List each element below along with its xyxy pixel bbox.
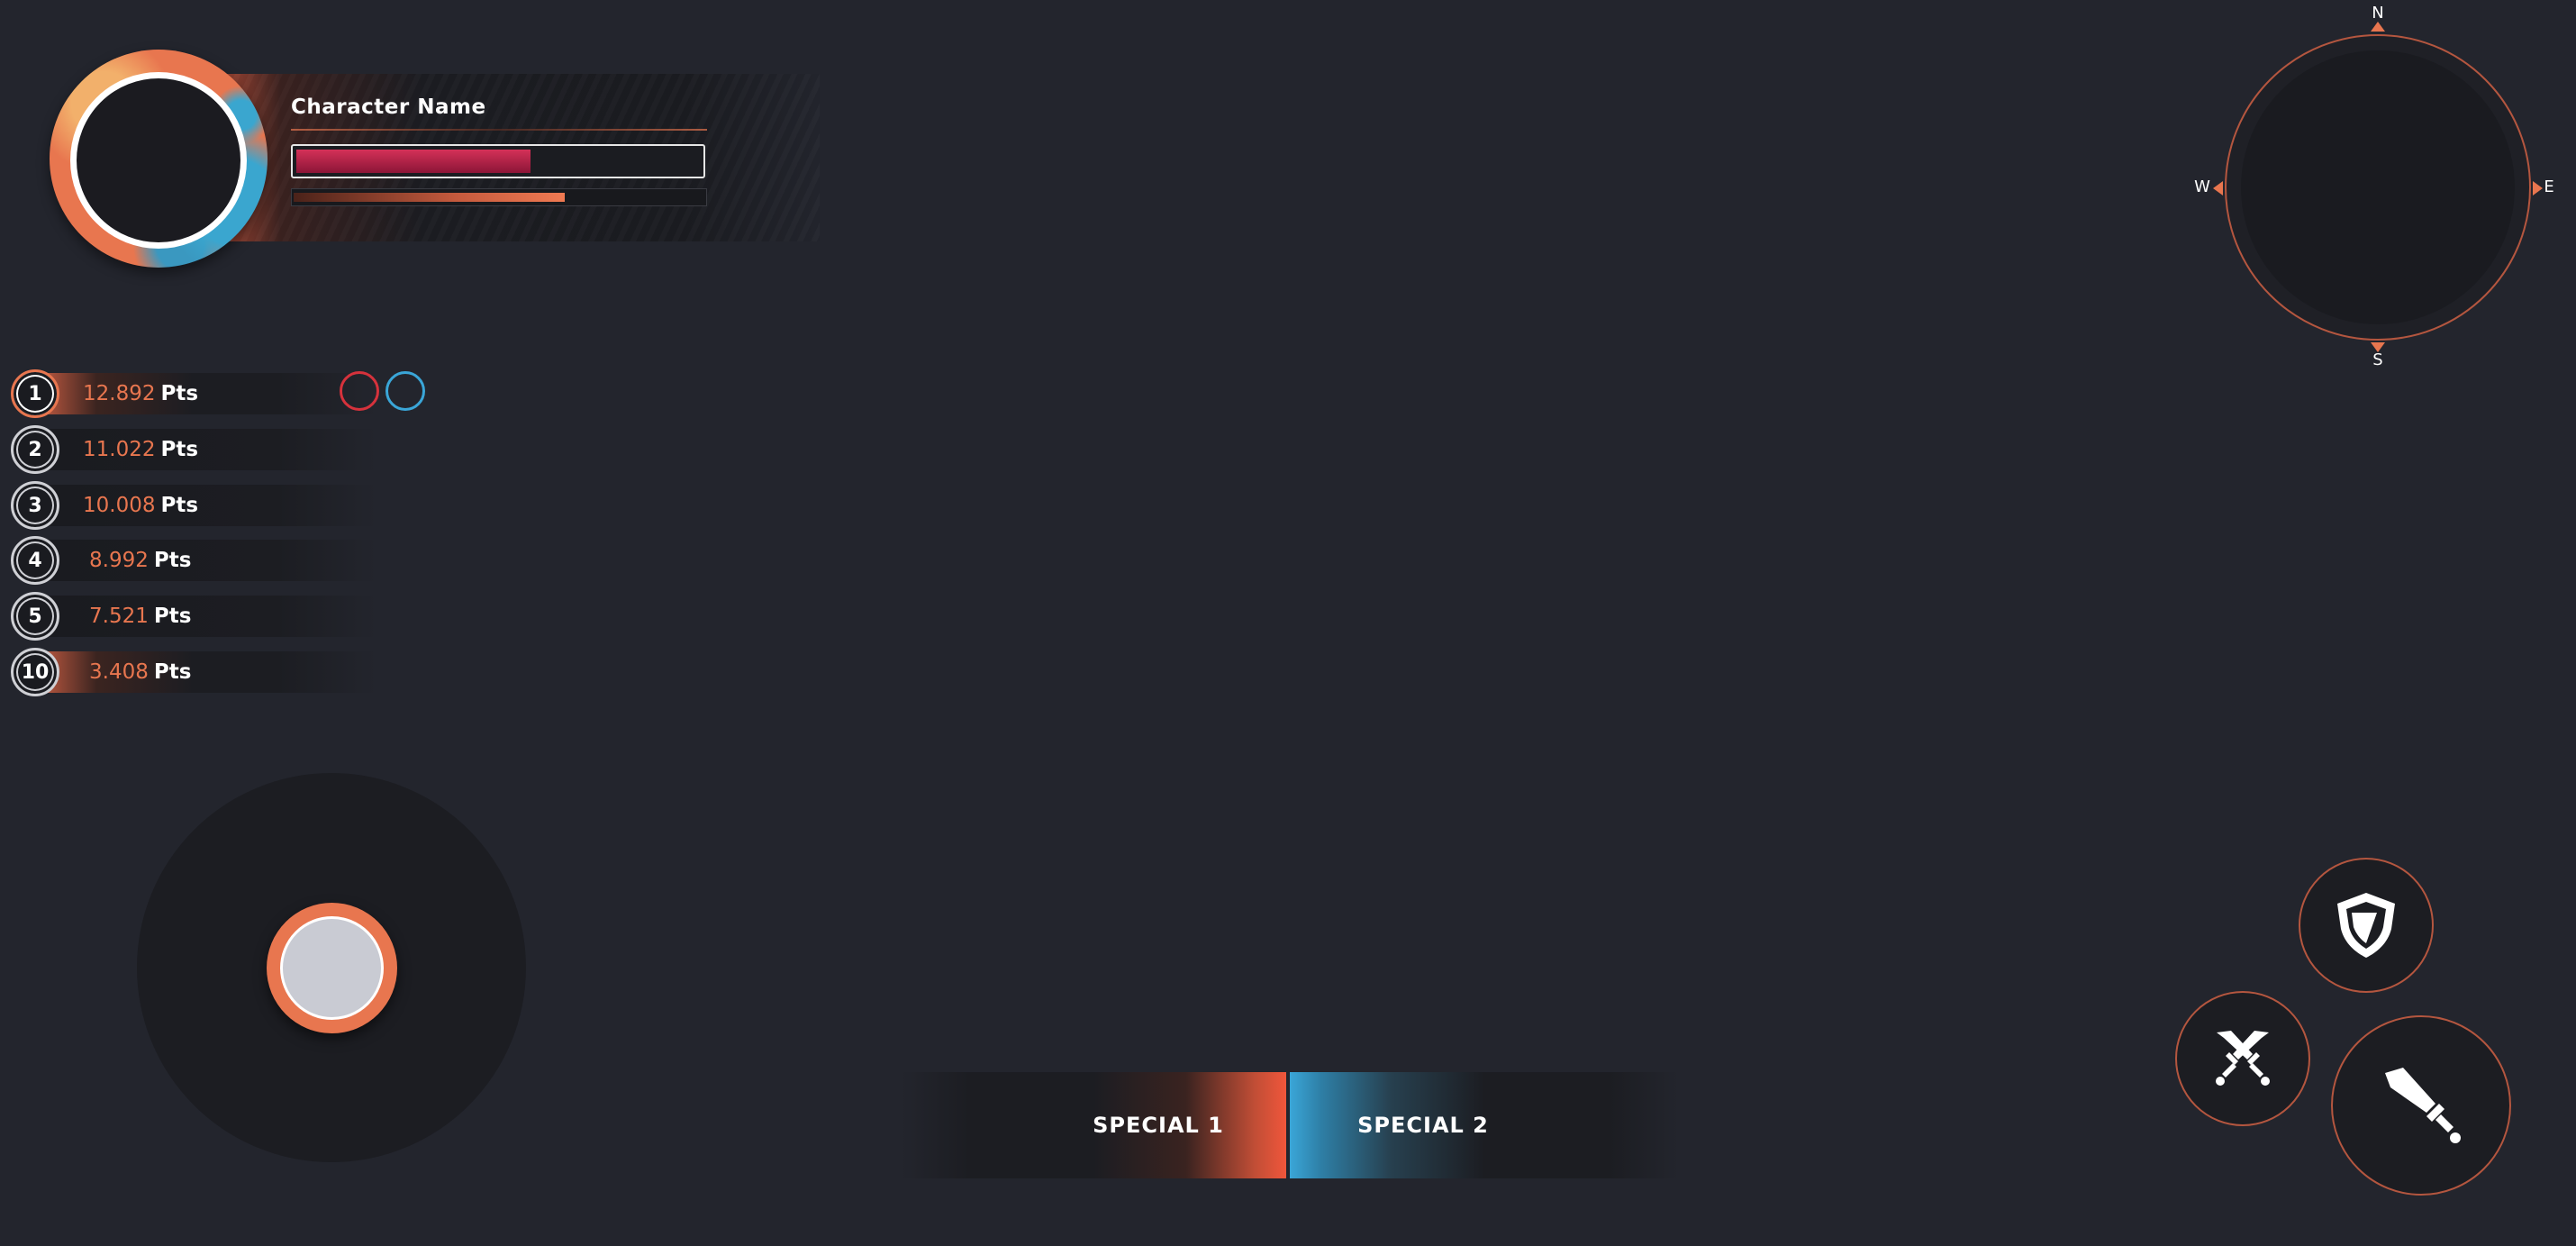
special-1-label: SPECIAL 1 [1093,1113,1224,1138]
score-text: 8.992 Pts [89,536,191,585]
leaderboard-row: 5 7.521 Pts [7,592,458,641]
crossed-swords-icon [2216,1031,2270,1086]
sword-attack-button[interactable] [2331,1015,2511,1196]
health-bar-fill [296,150,531,173]
compass-east-marker [2533,181,2543,196]
score-value: 7.521 [89,605,149,628]
avatar[interactable] [70,72,247,249]
rank-badge: 4 [11,536,59,585]
score-text: 7.521 Pts [89,592,191,641]
score-unit: Pts [153,549,192,572]
compass-west-marker [2213,181,2223,196]
score-unit: Pts [160,382,199,405]
special-2-button[interactable]: SPECIAL 2 [1290,1072,1679,1178]
rank-badge: 2 [11,425,59,474]
compass-north-label: N [2372,4,2384,23]
compass-north-marker [2371,22,2385,32]
shield-button[interactable] [2299,858,2434,993]
score-text: 11.022 Pts [83,425,198,474]
score-unit: Pts [160,438,199,461]
leaderboard-row: 4 8.992 Pts [7,536,458,585]
rank-badge: 1 [11,369,59,418]
score-unit: Pts [153,660,192,684]
leaderboard-row: 10 3.408 Pts [7,648,458,696]
score-text: 12.892 Pts [83,369,198,418]
score-value: 10.008 [83,494,156,517]
energy-bar [291,188,707,206]
character-name: Character Name [291,95,486,119]
rank-badge: 10 [11,648,59,696]
score-unit: Pts [160,494,199,517]
score-text: 3.408 Pts [89,648,191,696]
score-unit: Pts [153,605,192,628]
rank-badge: 5 [11,592,59,641]
team-red-indicator[interactable] [340,371,379,411]
team-blue-indicator[interactable] [385,371,425,411]
health-bar [291,144,705,178]
score-value: 12.892 [83,382,156,405]
special-1-button[interactable]: SPECIAL 1 [901,1072,1286,1178]
joystick-knob[interactable] [267,903,397,1033]
shield-icon [2337,893,2395,958]
score-value: 11.022 [83,438,156,461]
score-value: 3.408 [89,660,149,684]
leaderboard-row: 2 11.022 Pts [7,425,458,474]
score-text: 10.008 Pts [83,481,198,530]
crossed-swords-button[interactable] [2175,991,2310,1126]
special-2-label: SPECIAL 2 [1357,1113,1489,1138]
compass-south-marker [2371,342,2385,352]
score-value: 8.992 [89,549,149,572]
rank-badge: 3 [11,481,59,530]
sword-icon [2385,1068,2461,1143]
leaderboard-row: 3 10.008 Pts [7,481,458,530]
compass-west-label: W [2194,177,2210,196]
compass-south-label: S [2372,350,2383,369]
name-divider [291,129,707,131]
minimap-area [2241,50,2515,324]
energy-bar-fill [294,193,565,202]
